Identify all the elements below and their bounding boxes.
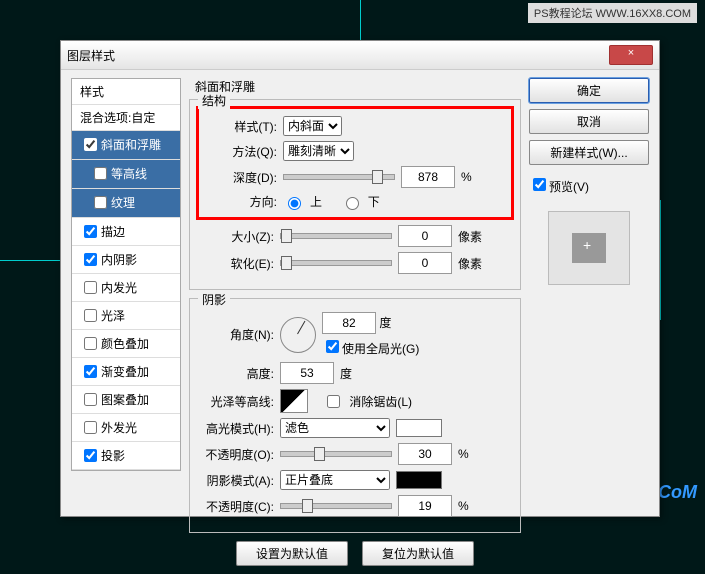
preview-swatch: [548, 211, 630, 285]
list-item-drop-shadow[interactable]: 投影: [72, 442, 180, 470]
structure-group: 结构 样式(T):内斜面 方法(Q):雕刻清晰 深度(D):% 方向:上 下 大…: [189, 99, 521, 290]
pattern-overlay-checkbox[interactable]: [84, 393, 97, 406]
styles-header[interactable]: 样式: [72, 79, 180, 105]
size-slider[interactable]: [280, 233, 392, 239]
ok-button[interactable]: 确定: [529, 78, 649, 103]
highlight-opacity-input[interactable]: [398, 443, 452, 465]
style-select[interactable]: 内斜面: [283, 116, 342, 136]
gloss-contour-label: 光泽等高线:: [200, 393, 274, 410]
list-item-inner-shadow[interactable]: 内阴影: [72, 246, 180, 274]
stroke-checkbox[interactable]: [84, 225, 97, 238]
depth-slider[interactable]: [283, 174, 395, 180]
make-default-button[interactable]: 设置为默认值: [236, 541, 348, 566]
soften-input[interactable]: [398, 252, 452, 274]
shadow-opacity-input[interactable]: [398, 495, 452, 517]
contour-checkbox[interactable]: [94, 167, 107, 180]
shadow-mode-label: 阴影模式(A):: [200, 472, 274, 489]
technique-label: 方法(Q):: [203, 143, 277, 160]
angle-label: 角度(N):: [200, 326, 274, 343]
antialias-checkbox[interactable]: [327, 395, 340, 408]
highlight-color-swatch[interactable]: [396, 419, 442, 437]
dialog-title: 图层样式: [67, 47, 115, 64]
technique-select[interactable]: 雕刻清晰: [283, 141, 354, 161]
gloss-contour-picker[interactable]: [280, 389, 308, 413]
list-item-contour[interactable]: 等高线: [72, 160, 180, 189]
size-input[interactable]: [398, 225, 452, 247]
direction-label: 方向:: [203, 193, 277, 210]
list-item-color-overlay[interactable]: 颜色叠加: [72, 330, 180, 358]
size-label: 大小(Z):: [200, 228, 274, 245]
inner-shadow-checkbox[interactable]: [84, 253, 97, 266]
shadow-opacity-label: 不透明度(C):: [200, 498, 274, 515]
list-item-satin[interactable]: 光泽: [72, 302, 180, 330]
list-item-bevel[interactable]: 斜面和浮雕: [72, 131, 180, 160]
direction-down-radio[interactable]: [346, 197, 359, 210]
watermark-top: PS教程论坛 WWW.16XX8.COM: [528, 3, 697, 23]
structure-legend: 结构: [198, 92, 230, 109]
close-button[interactable]: ×: [609, 45, 653, 65]
shadow-color-swatch[interactable]: [396, 471, 442, 489]
effects-list: 样式 混合选项:自定 斜面和浮雕 等高线 纹理 描边 内阴影 内发光 光泽 颜色…: [71, 78, 181, 471]
soften-label: 软化(E):: [200, 255, 274, 272]
shadow-opacity-slider[interactable]: [280, 503, 392, 509]
highlight-opacity-label: 不透明度(O):: [200, 446, 274, 463]
shading-group: 阴影 角度(N): 度 使用全局光(G) 高度:度 光泽等高线: 消除锯齿(L)…: [189, 298, 521, 533]
style-label: 样式(T):: [203, 118, 277, 135]
altitude-input[interactable]: [280, 362, 334, 384]
highlight-mode-label: 高光模式(H):: [200, 420, 274, 437]
outer-glow-checkbox[interactable]: [84, 421, 97, 434]
layer-style-dialog: 图层样式 × 样式 混合选项:自定 斜面和浮雕 等高线 纹理 描边 内阴影 内发…: [60, 40, 660, 517]
gradient-overlay-checkbox[interactable]: [84, 365, 97, 378]
texture-checkbox[interactable]: [94, 196, 107, 209]
angle-input[interactable]: [322, 312, 376, 334]
list-item-outer-glow[interactable]: 外发光: [72, 414, 180, 442]
depth-input[interactable]: [401, 166, 455, 188]
preview-icon: [572, 233, 606, 263]
bevel-checkbox[interactable]: [84, 138, 97, 151]
new-style-button[interactable]: 新建样式(W)...: [529, 140, 649, 165]
preview-checkbox[interactable]: [533, 178, 546, 191]
list-item-texture[interactable]: 纹理: [72, 189, 180, 218]
shadow-mode-select[interactable]: 正片叠底: [280, 470, 390, 490]
list-item-pattern-overlay[interactable]: 图案叠加: [72, 386, 180, 414]
depth-label: 深度(D):: [203, 169, 277, 186]
direction-up-radio[interactable]: [288, 197, 301, 210]
angle-dial[interactable]: [280, 317, 316, 353]
inner-glow-checkbox[interactable]: [84, 281, 97, 294]
global-light-checkbox[interactable]: [326, 340, 339, 353]
soften-slider[interactable]: [280, 260, 392, 266]
list-item-inner-glow[interactable]: 内发光: [72, 274, 180, 302]
color-overlay-checkbox[interactable]: [84, 337, 97, 350]
satin-checkbox[interactable]: [84, 309, 97, 322]
drop-shadow-checkbox[interactable]: [84, 449, 97, 462]
reset-default-button[interactable]: 复位为默认值: [362, 541, 474, 566]
cancel-button[interactable]: 取消: [529, 109, 649, 134]
titlebar: 图层样式 ×: [61, 41, 659, 70]
highlight-mode-select[interactable]: 滤色: [280, 418, 390, 438]
highlight-box: 样式(T):内斜面 方法(Q):雕刻清晰 深度(D):% 方向:上 下: [196, 106, 514, 220]
altitude-label: 高度:: [200, 365, 274, 382]
shading-legend: 阴影: [198, 291, 230, 308]
list-item-stroke[interactable]: 描边: [72, 218, 180, 246]
section-title: 斜面和浮雕: [195, 78, 521, 95]
highlight-opacity-slider[interactable]: [280, 451, 392, 457]
blend-options[interactable]: 混合选项:自定: [72, 105, 180, 131]
list-item-gradient-overlay[interactable]: 渐变叠加: [72, 358, 180, 386]
